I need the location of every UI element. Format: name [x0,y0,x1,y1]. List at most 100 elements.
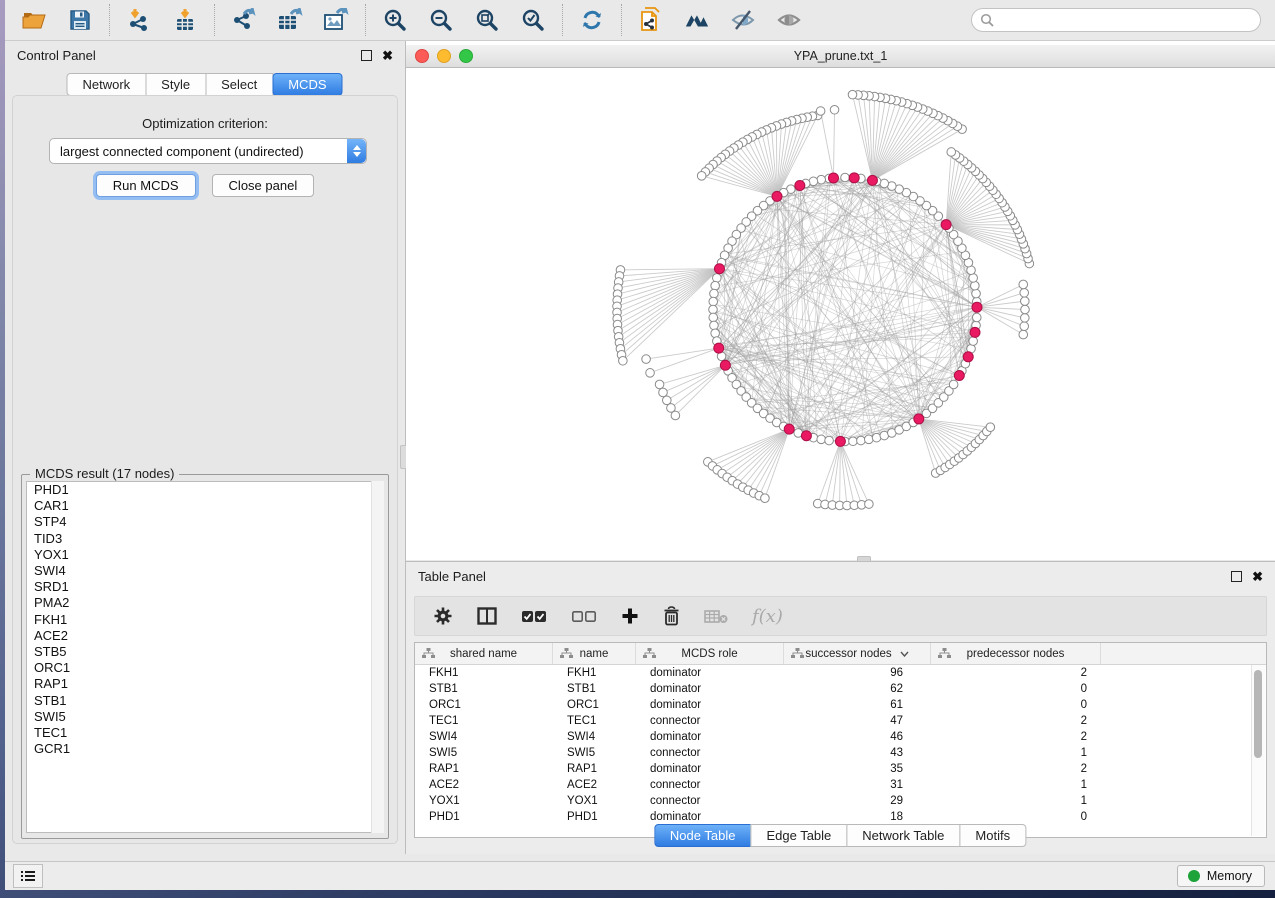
show-details-icon[interactable] [776,7,802,33]
network-node[interactable] [972,313,981,322]
tab-network[interactable]: Network [66,73,146,96]
network-node[interactable] [709,313,718,322]
hide-details-icon[interactable] [730,7,756,33]
network-node[interactable] [659,388,668,397]
save-icon[interactable] [67,7,93,33]
network-node[interactable] [986,423,995,432]
mcds-hub-node[interactable] [795,180,805,190]
tab-network-table[interactable]: Network Table [846,824,960,847]
mcds-hub-node[interactable] [963,352,973,362]
network-node[interactable] [1020,288,1029,297]
float-table-panel-icon[interactable] [1231,571,1242,582]
export-table-icon[interactable] [277,7,303,33]
tab-node-table[interactable]: Node Table [654,824,752,847]
mcds-hub-node[interactable] [867,175,877,185]
network-node[interactable] [864,435,873,444]
mcds-result-item[interactable]: FKH1 [27,612,383,628]
network-canvas[interactable] [406,68,1275,560]
column-header-predecessor-nodes[interactable]: predecessor nodes [931,643,1101,664]
network-node[interactable] [709,305,718,314]
zoom-selected-icon[interactable] [520,7,546,33]
network-node[interactable] [817,175,826,184]
memory-button[interactable]: Memory [1177,865,1265,887]
delete-column-icon[interactable] [663,606,680,626]
add-column-icon[interactable] [621,607,639,625]
network-node[interactable] [1021,305,1030,314]
node-table-body[interactable]: FKH1FKH1dominator962STB1STB1dominator620… [415,665,1266,825]
table-row[interactable]: FKH1FKH1dominator962 [415,665,1266,681]
table-row[interactable]: ACE2ACE2connector311 [415,777,1266,793]
network-node[interactable] [713,274,722,283]
column-header-shared-name[interactable]: shared name [415,643,553,664]
network-node[interactable] [1019,280,1028,289]
search-input[interactable] [999,12,1252,28]
network-node[interactable] [1020,322,1029,331]
network-node[interactable] [710,289,719,298]
mcds-result-item[interactable]: TID3 [27,531,383,547]
close-table-panel-icon[interactable]: ✖ [1252,572,1263,581]
zoom-out-icon[interactable] [428,7,454,33]
column-header-name[interactable]: name [553,643,636,664]
tab-edge-table[interactable]: Edge Table [750,824,847,847]
table-settings-gear-icon[interactable] [433,606,453,626]
network-node[interactable] [971,281,980,290]
mcds-result-item[interactable]: YOX1 [27,547,383,563]
deselect-all-icon[interactable] [571,610,597,623]
network-node[interactable] [972,289,981,298]
network-node[interactable] [697,172,706,181]
network-node[interactable] [848,90,857,99]
mcds-hub-node[interactable] [849,173,859,183]
column-header-successor-nodes[interactable]: successor nodes [784,643,931,664]
table-row[interactable]: YOX1YOX1connector291 [415,793,1266,809]
table-row[interactable]: ORC1ORC1dominator610 [415,697,1266,713]
table-row[interactable]: STB1STB1dominator620 [415,681,1266,697]
mcds-hub-node[interactable] [970,327,980,337]
tab-select[interactable]: Select [205,73,273,96]
network-node[interactable] [1021,297,1030,306]
network-node[interactable] [662,396,671,405]
share-document-icon[interactable] [638,7,664,33]
mcds-hub-node[interactable] [720,360,730,370]
mcds-result-item[interactable]: SRD1 [27,579,383,595]
tab-style[interactable]: Style [145,73,206,96]
table-scrollbar[interactable] [1251,665,1265,836]
mcds-hub-node[interactable] [972,302,982,312]
network-node[interactable] [709,297,718,306]
network-node[interactable] [646,369,655,378]
mcds-result-item[interactable]: SWI5 [27,709,383,725]
export-network-icon[interactable] [231,7,257,33]
table-row[interactable]: SWI4SWI4dominator462 [415,729,1266,745]
mcds-result-item[interactable]: CAR1 [27,498,383,514]
import-network-icon[interactable] [126,7,152,33]
mcds-result-list[interactable]: PHD1CAR1STP4TID3YOX1SWI4SRD1PMA2FKH1ACE2… [26,481,384,833]
network-node[interactable] [710,321,719,330]
mcds-hub-node[interactable] [828,173,838,183]
mcds-hub-node[interactable] [835,436,845,446]
mcds-hub-node[interactable] [954,371,964,381]
mcds-result-item[interactable]: STB5 [27,644,383,660]
refresh-icon[interactable] [579,7,605,33]
mcds-result-item[interactable]: TEC1 [27,725,383,741]
tab-motifs[interactable]: Motifs [959,824,1026,847]
float-panel-icon[interactable] [361,50,372,61]
mcds-hub-node[interactable] [914,414,924,424]
search-field[interactable] [971,8,1261,32]
network-node[interactable] [642,355,651,364]
network-window-titlebar[interactable]: YPA_prune.txt_1 [406,45,1275,68]
mcds-hub-node[interactable] [801,431,811,441]
mcds-result-item[interactable]: PHD1 [27,482,383,498]
zoom-in-icon[interactable] [382,7,408,33]
mcds-result-item[interactable]: RAP1 [27,676,383,692]
network-node[interactable] [1021,314,1030,323]
column-header-MCDS-role[interactable]: MCDS role [636,643,784,664]
mcds-hub-node[interactable] [714,343,724,353]
network-node[interactable] [671,411,680,420]
network-node[interactable] [825,436,834,445]
criterion-select[interactable]: largest connected component (undirected) [49,138,367,164]
import-table-icon[interactable] [172,7,198,33]
table-row[interactable]: PHD1PHD1dominator180 [415,809,1266,825]
tab-mcds[interactable]: MCDS [272,73,342,96]
network-node[interactable] [969,337,978,346]
mcds-result-item[interactable]: ORC1 [27,660,383,676]
network-node[interactable] [1019,330,1028,339]
